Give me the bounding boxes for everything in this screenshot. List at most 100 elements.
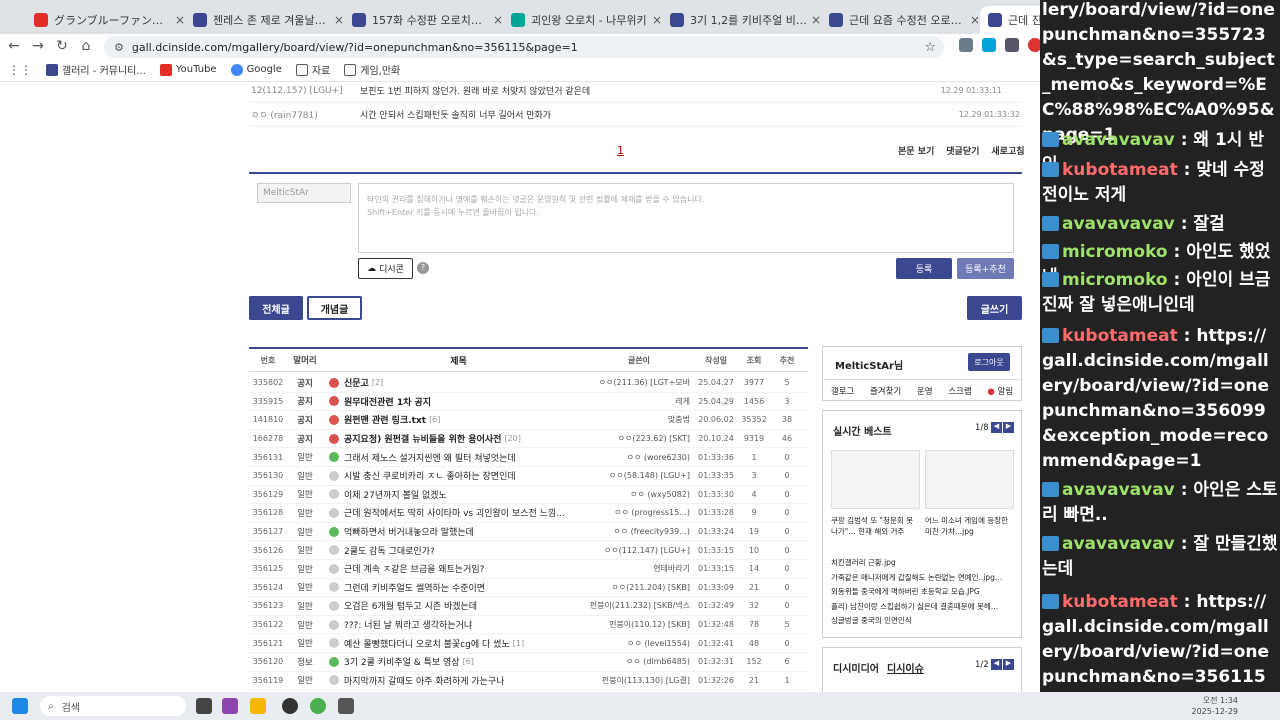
post-title[interactable]: 3기 2쿨 키비주얼 & 특보 영상 [344, 655, 460, 668]
copilot-icon[interactable] [222, 698, 238, 714]
table-row[interactable]: 356123 일반 오검은 6개월 텀두고 시즌 바겠는데 펀붕이(211.232) … [249, 597, 808, 616]
submit-button[interactable]: 등록 [896, 258, 952, 279]
post-writer[interactable]: ㅇㅇ(211.36) [LGT+모바 [588, 377, 694, 388]
post-title-cell[interactable]: 시발 충신 쿠로비카리 ㅈㄴ 좋아하는 장면인데 [323, 469, 588, 482]
post-title-cell[interactable]: 원무대전관련 1차 공지 [323, 395, 588, 408]
diissue-tab[interactable]: 디시이슈 [887, 660, 924, 675]
close-comments-link[interactable]: 댓글닫기 [946, 144, 979, 157]
chrome-icon[interactable] [310, 698, 326, 714]
post-writer[interactable]: 맞춤법 [588, 414, 694, 425]
apps-grid-icon[interactable]: ⋮⋮ [8, 63, 32, 77]
all-posts-button[interactable]: 전체글 [249, 296, 303, 320]
table-row[interactable]: 356129 일반 이제 27년까지 볼일 없겠노 ㅇㅇ (wxy5082) 01:33… [249, 486, 808, 505]
home-icon[interactable]: ⌂ [74, 38, 98, 54]
prev-icon[interactable]: ◀ [991, 659, 1002, 670]
thumb-caption[interactable]: 쿠팡 김범석 또 "청문회 못 나가"… 현재 해외 거주 [831, 515, 920, 537]
logout-button[interactable]: 로그아웃 [968, 353, 1010, 371]
thumbnail[interactable] [831, 450, 920, 509]
user-name[interactable]: MelticStAr님 [835, 357, 903, 372]
realtime-item[interactable]: 가족같은 매니저에게 갑질해도 논란없는 연예인..jpg… [831, 571, 1015, 586]
bookmark-gallery[interactable]: 갤러리 - 커뮤니티... [46, 62, 146, 77]
realtime-item[interactable]: 치킨갤러리 근황.jpg [831, 556, 1015, 571]
table-row[interactable]: 356124 일반 그런데 키비주얼도 썰역하는 수준이면 ㅇㅇ(211.204) [… [249, 579, 808, 598]
post-writer[interactable]: ㅇㅇ (level1554) [588, 638, 694, 649]
thumbnail[interactable] [925, 450, 1014, 509]
post-title[interactable]: ???: 너된 날 뭐라고 생각하는거냐 [344, 618, 472, 631]
extension-icon[interactable] [959, 38, 973, 52]
dccon-button[interactable]: ☁ 디시콘 [358, 258, 413, 279]
task-view-icon[interactable] [196, 698, 212, 714]
extension-icon[interactable] [1005, 38, 1019, 52]
submit-recommend-button[interactable]: 등록+추천 [957, 258, 1014, 279]
post-title-cell[interactable]: ???: 너된 날 뭐라고 생각하는거냐 [323, 618, 588, 631]
table-row[interactable]: 356120 정보 3기 2쿨 키비주얼 & 특보 영상 [6] ㅇㅇ (dlmb648… [249, 653, 808, 672]
post-title[interactable]: 그런데 키비주얼도 썰역하는 수준이면 [344, 581, 485, 594]
next-icon[interactable]: ▶ [1003, 422, 1014, 433]
write-button[interactable]: 글쓰기 [967, 296, 1022, 320]
post-title[interactable]: 원무대전관련 1차 공지 [344, 395, 431, 408]
post-writer[interactable]: ㅇㅇ (freecity939...) [588, 526, 694, 537]
file-explorer-icon[interactable] [250, 698, 266, 714]
browser-tab[interactable]: グランブルーファンタジー公式チャンネル × [26, 6, 193, 34]
bookmark-youtube[interactable]: YouTube [159, 63, 217, 76]
help-icon[interactable]: ? [417, 262, 429, 274]
post-title[interactable]: 마지막까지 갈때도 아주 화려하게 가는구나 [344, 674, 505, 687]
forward-icon[interactable]: → [26, 38, 50, 54]
clock[interactable]: 오전 1:34 2025-12-29 [1192, 695, 1239, 717]
post-title[interactable]: 원펀맨 관련 링크.txt [344, 413, 426, 426]
post-writer[interactable]: ㅇㅇ (wxy5082) [588, 489, 694, 500]
post-title-cell[interactable]: 오검은 6개월 텀두고 시즌 바겠는데 [323, 599, 588, 612]
post-title-cell[interactable]: 3기 2쿨 키비주얼 & 특보 영상 [6] [323, 655, 588, 668]
close-icon[interactable]: × [334, 13, 344, 27]
bookmark-google[interactable]: Google [230, 63, 282, 76]
post-writer[interactable]: ㅇㅇ(211.204) [SKB] [588, 582, 694, 593]
realtime-item[interactable]: 외동위들 중국에게 멱하버린 초등학교 모습.JPG [831, 585, 1015, 600]
table-row[interactable]: 335802 공지 신문고 [2] ㅇㅇ(211.36) [LGT+모바 25.04.27… [249, 374, 808, 393]
post-title[interactable]: 이제 27년까지 볼일 없겠노 [344, 488, 447, 501]
thumb-caption[interactable]: 어느 미소녀 게임에 등장한 미친 가챠...jpg [925, 515, 1014, 537]
bookmark-folder[interactable]: 자료 [295, 62, 330, 77]
browser-tab[interactable]: 젠레스 존 제로 겨울날의 추억 × [185, 6, 352, 34]
dimedia-tab[interactable]: 디시미디어 [833, 660, 879, 675]
table-row[interactable]: 166278 공지 공지요청) 원펀갤 뉴비들을 위한 용어사전 [20] ㅇㅇ(223… [249, 430, 808, 449]
table-row[interactable]: 356127 일반 억빠하면서 버거내놓으라 말했는데 ㅇㅇ (freecity939… [249, 523, 808, 542]
post-title[interactable]: 2쿨도 감독 그대로인가? [344, 544, 435, 557]
post-title-cell[interactable]: 억빠하면서 버거내놓으라 말했는데 [323, 525, 588, 538]
post-title-cell[interactable]: 예산 몰빵했다더니 오로치 불꽃cg에 다 썼노 [1] [323, 637, 588, 650]
table-row[interactable]: 335915 공지 원무대전관련 1차 공지 레게 25.04.29 1456 3 [249, 393, 808, 412]
post-writer[interactable]: ㅇㅇ (dlmb6485) [588, 656, 694, 667]
view-post-link[interactable]: 본문 보기 [898, 144, 934, 157]
post-writer[interactable]: ㅇㅇ (wore6230) [588, 452, 694, 463]
post-title[interactable]: 근데 원작에서도 딱히 사이타마 vs 괴인왕이 보스전 느낌... [344, 506, 565, 519]
close-icon[interactable]: × [811, 13, 821, 27]
prev-icon[interactable]: ◀ [991, 422, 1002, 433]
site-info-icon[interactable]: ⚙ [114, 41, 124, 54]
table-row[interactable]: 356125 일반 근데 계속 ㅈ같은 브금을 왜트는거임? 현태바라기 01:33:1… [249, 560, 808, 579]
realtime-item[interactable]: 플리) 남친이랑 스킵쉽하기 싫은데 결혼때문에 못헤… [831, 600, 1015, 615]
comment-author[interactable]: 12(112.157) [LGU+] [249, 86, 360, 96]
table-row[interactable]: 141810 공지 원펀맨 관련 링크.txt [6] 맞춤법 20.06.02 35352… [249, 411, 808, 430]
realtime-item[interactable]: 싱글벙글 중국의 인면인식 [831, 614, 1015, 629]
post-title[interactable]: 근데 계속 ㅈ같은 브금을 왜트는거임? [344, 562, 484, 575]
comment-page-link[interactable]: 1 [617, 144, 624, 157]
windows-start-icon[interactable] [12, 698, 28, 714]
table-row[interactable]: 356126 일반 2쿨도 감독 그대로인가? ㅇㅇ(112.147) [LGU+] 0… [249, 541, 808, 560]
post-writer[interactable]: ㅇㅇ(58.148) [LGU+] [588, 470, 694, 481]
post-title[interactable]: 예산 몰빵했다더니 오로치 불꽃cg에 다 썼노 [344, 637, 510, 650]
close-icon[interactable]: × [652, 13, 662, 27]
browser-tab[interactable]: 157화 수정판 오로치전 대사 × [344, 6, 511, 34]
app-icon[interactable] [338, 698, 354, 714]
post-title[interactable]: 억빠하면서 버거내놓으라 말했는데 [344, 525, 474, 538]
post-title-cell[interactable]: 마지막까지 갈때도 아주 화려하게 가는구나 [323, 674, 588, 687]
post-title-cell[interactable]: 그런데 키비주얼도 썰역하는 수준이면 [323, 581, 588, 594]
post-title[interactable]: 공지요청) 원펀갤 뉴비들을 위한 용어사전 [344, 432, 501, 445]
table-row[interactable]: 356119 일반 마지막까지 갈때도 아주 화려하게 가는구나 펀붕이(113.13… [249, 672, 808, 691]
browser-tab[interactable]: 근데 요즘 수정전 오로치 어디 × [821, 6, 988, 34]
post-title-cell[interactable]: 이제 27년까지 볼일 없겠노 [323, 488, 588, 501]
post-title[interactable]: 신문고 [344, 376, 369, 389]
post-writer[interactable]: ㅇㅇ(223.62) [SKT] [588, 433, 694, 444]
next-icon[interactable]: ▶ [1003, 659, 1014, 670]
table-row[interactable]: 356122 일반 ???: 너된 날 뭐라고 생각하는거냐 펀붕이(110.12) … [249, 616, 808, 635]
browser-tab[interactable]: 근데 진짜 스킵패턴 차라× [980, 6, 1040, 34]
close-icon[interactable]: × [970, 13, 980, 27]
